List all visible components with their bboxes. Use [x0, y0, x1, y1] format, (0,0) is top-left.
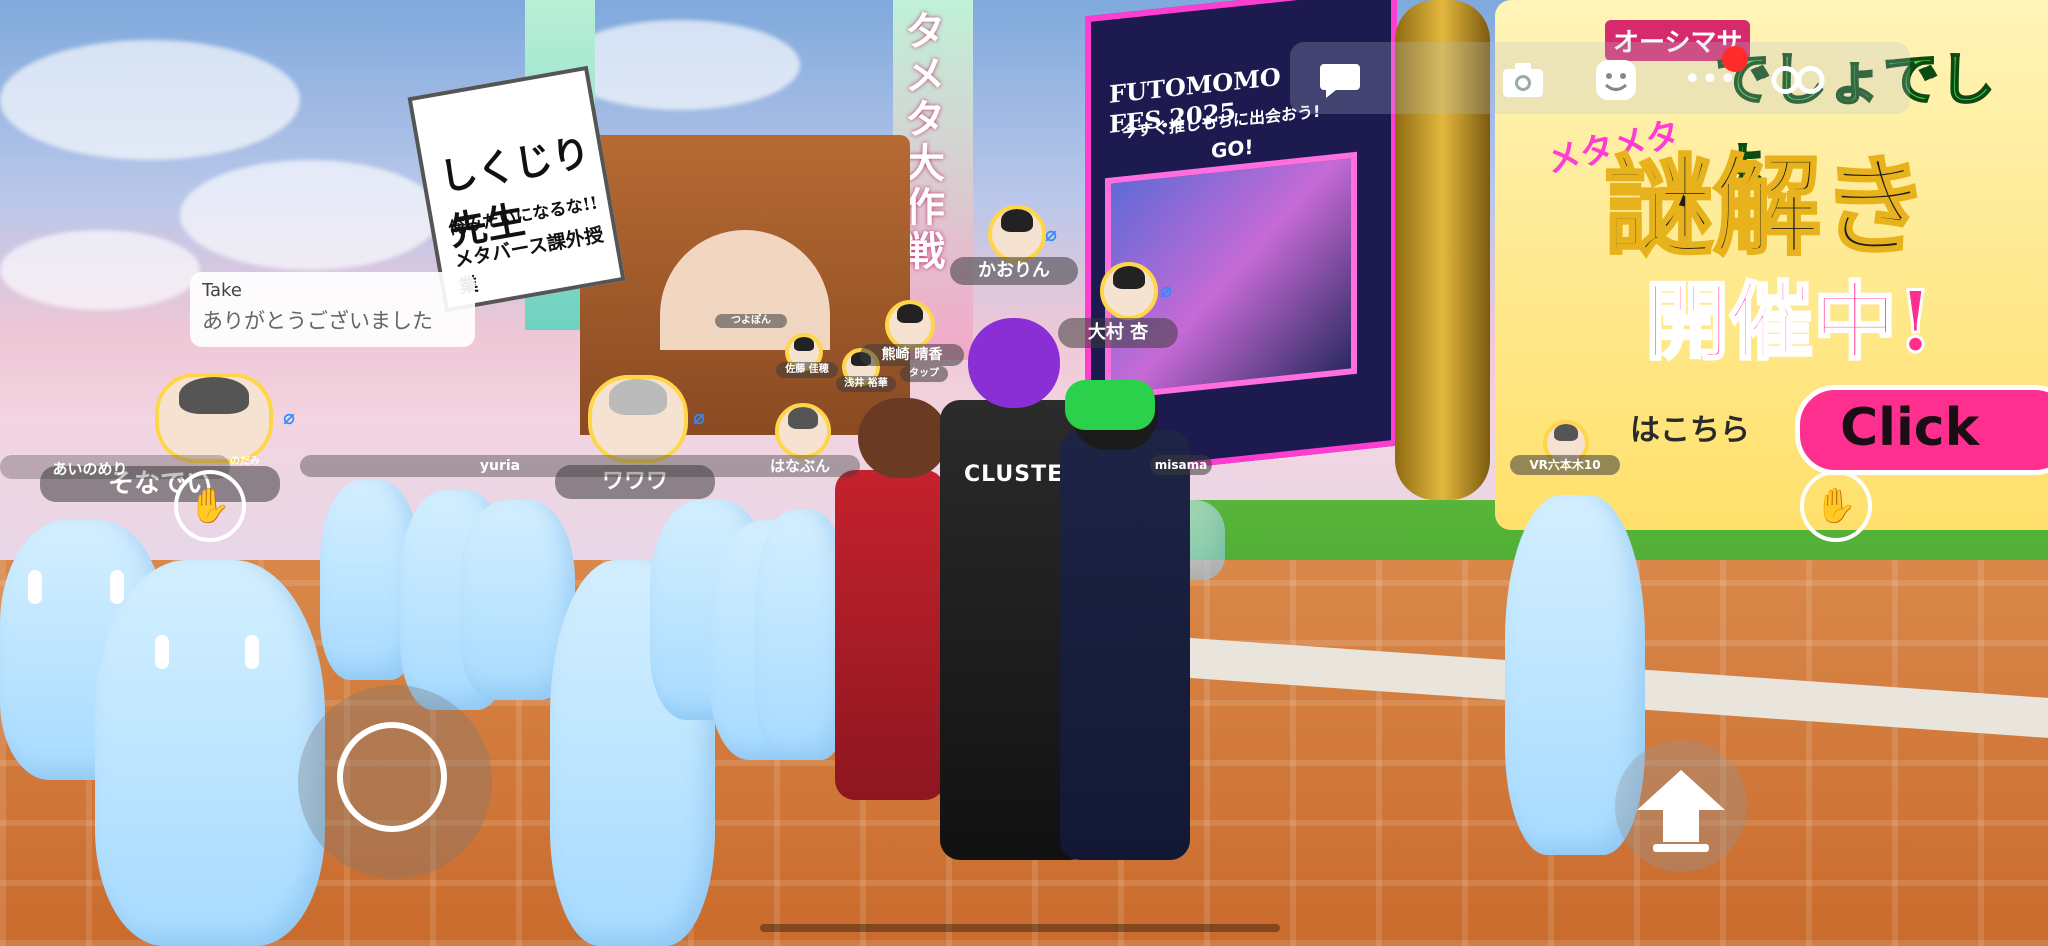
camera-icon[interactable]	[1495, 52, 1551, 108]
avatar-hair-purple	[968, 318, 1060, 408]
mic-off-icon: ⌀	[1045, 222, 1058, 246]
jump-button[interactable]	[1615, 740, 1747, 872]
avatar-portrait[interactable]	[155, 373, 273, 463]
mic-off-icon: ⌀	[693, 405, 706, 429]
nameplate-sato: 佐藤 佳穂	[776, 362, 838, 378]
cloud	[180, 160, 440, 270]
nameplate-omura: 大村 杏	[1058, 318, 1178, 348]
nameplate-tsuyopon: つよぽん	[715, 314, 787, 328]
nameplate-misama: misama	[1150, 455, 1212, 475]
jump-arrow-icon	[1615, 740, 1747, 872]
avatar-portrait[interactable]	[885, 300, 935, 350]
mic-off-icon: ⌀	[283, 405, 296, 429]
green-ribbon	[1065, 380, 1155, 430]
ad-here: はこちら	[1630, 413, 1750, 448]
smiley-icon[interactable]	[1588, 52, 1644, 108]
nameplate-yuria: yuria	[479, 458, 521, 474]
chat-user: Take	[202, 280, 242, 301]
avatar-portrait[interactable]	[588, 375, 688, 463]
avatar-portrait[interactable]	[775, 403, 831, 459]
ghost-avatar[interactable]	[95, 560, 325, 946]
chat-text: ありがとうございました	[202, 309, 433, 333]
nameplate-aino: あいのめり	[52, 460, 128, 478]
fes-go: GO!	[1211, 134, 1254, 164]
ad-open: 開催中!	[1644, 271, 1936, 373]
nameplate-kaorin: かおりん	[950, 257, 1078, 285]
nameplate-tappu: タップ	[900, 366, 948, 382]
raise-hand-icon[interactable]: ✋	[1800, 470, 1872, 542]
record-indicator	[1722, 46, 1748, 72]
cloud	[0, 230, 200, 310]
nameplate-asai: 浅井 裕華	[836, 376, 896, 392]
banner-text: タメタ大作戦	[905, 8, 945, 275]
ad-click-button[interactable]: Click	[1795, 385, 2048, 475]
click-label: Click	[1840, 398, 1980, 458]
chat-bubble-icon[interactable]	[1312, 52, 1368, 108]
chat-message: Take ありがとうございました	[190, 272, 475, 347]
kimono-avatar-navy[interactable]	[1060, 430, 1190, 860]
joystick-knob[interactable]	[337, 722, 447, 832]
vr-glasses-icon[interactable]	[1770, 52, 1826, 108]
avatar-portrait[interactable]	[988, 205, 1046, 263]
nameplate-kumazaki: 熊崎 晴香	[860, 344, 964, 366]
cloud	[560, 20, 800, 110]
nameplate-roppongi: VR六本木10	[1510, 455, 1620, 475]
avatar-hair-brown	[858, 398, 948, 478]
raise-hand-icon[interactable]: ✋	[174, 470, 246, 542]
mic-off-icon: ⌀	[1160, 278, 1173, 302]
home-indicator	[760, 924, 1280, 932]
avatar-portrait[interactable]	[1100, 262, 1158, 320]
ad-main: 謎解き	[1603, 143, 1930, 272]
cloud	[0, 40, 300, 160]
nameplate-nodami: のだみ	[230, 456, 260, 467]
kimono-avatar-red[interactable]	[835, 470, 945, 800]
nameplate-hanabun: はなぶん	[769, 457, 830, 475]
